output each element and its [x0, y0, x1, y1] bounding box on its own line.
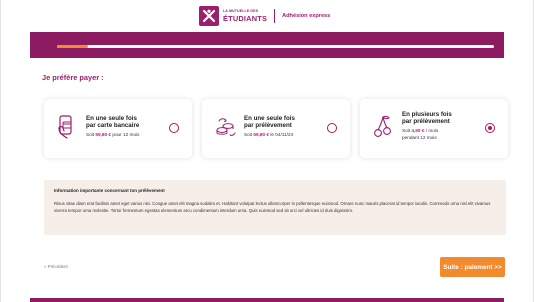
info-box: Information importante concernant ton pr…	[44, 180, 506, 235]
cherries-icon	[371, 113, 395, 141]
option-title-line2: par carte bancaire	[86, 122, 140, 130]
option-subtitle: Soit 59,80 € le 04/11/24	[244, 132, 324, 138]
bottom-band	[30, 298, 504, 302]
option-price: 59,80 €	[253, 132, 270, 138]
option-sub-prefix: Soit	[86, 132, 96, 138]
option-title-line1: En une seule fois	[244, 115, 295, 122]
option-sub-prefix: Soit	[402, 128, 412, 134]
option-sub-line2: pendant 12 mois	[402, 134, 437, 140]
progress-fill	[57, 45, 88, 48]
option-sub-suffix: pour 12 mois	[111, 132, 140, 138]
card-payment-icon	[55, 113, 79, 141]
option-radio-selected[interactable]	[485, 123, 495, 133]
option-title-line2: par prélèvement	[402, 118, 450, 126]
logo-mark-icon	[199, 6, 219, 26]
progress-bar	[57, 45, 494, 48]
payment-option-card[interactable]: En plusieurs fois par prélèvement Soit 4…	[360, 99, 508, 158]
option-sub-prefix: Soit	[244, 132, 254, 138]
logo-big-text: ÉTUDIANTS	[223, 13, 268, 23]
payment-option-card[interactable]: En une seule fois par carte bancaire Soi…	[44, 99, 192, 158]
logo-text: LA MUTUELLE DES ÉTUDIANTS	[223, 9, 268, 23]
option-radio[interactable]	[327, 123, 337, 133]
section-title: Je préfère payer :	[42, 73, 104, 82]
logo-separator	[274, 9, 276, 23]
header-title: Adhésion express	[282, 13, 331, 19]
previous-link[interactable]: « Précédent	[44, 264, 68, 269]
option-subtitle: Soit 4,90 € / mois pendant 12 mois	[402, 128, 482, 140]
logo[interactable]: LA MUTUELLE DES ÉTUDIANTS Adhésion expre…	[199, 6, 330, 26]
option-title-line1: En plusieurs fois	[402, 111, 452, 118]
option-price: 4,90 €	[411, 128, 425, 134]
option-title-line2: par prélèvement	[244, 122, 292, 130]
option-sub-suffix: le 04/11/24	[269, 132, 294, 138]
payment-option-card[interactable]: En une seule fois par prélèvement Soit 5…	[202, 99, 350, 158]
option-sub-suffix: / mois	[424, 128, 439, 134]
option-radio[interactable]	[169, 123, 179, 133]
coins-icon	[213, 113, 237, 141]
option-price: 59,80 €	[95, 132, 112, 138]
payment-options: En une seule fois par carte bancaire Soi…	[44, 99, 508, 158]
next-payment-button[interactable]: Suite : paiement >>	[440, 257, 505, 277]
option-title-line1: En une seule fois	[86, 115, 137, 122]
option-subtitle: Soit 59,80 € pour 12 mois	[86, 132, 166, 138]
info-body: Risus vitae diam erat facilisis amet ege…	[54, 201, 491, 213]
info-title: Information importante concernant ton pr…	[54, 188, 165, 193]
